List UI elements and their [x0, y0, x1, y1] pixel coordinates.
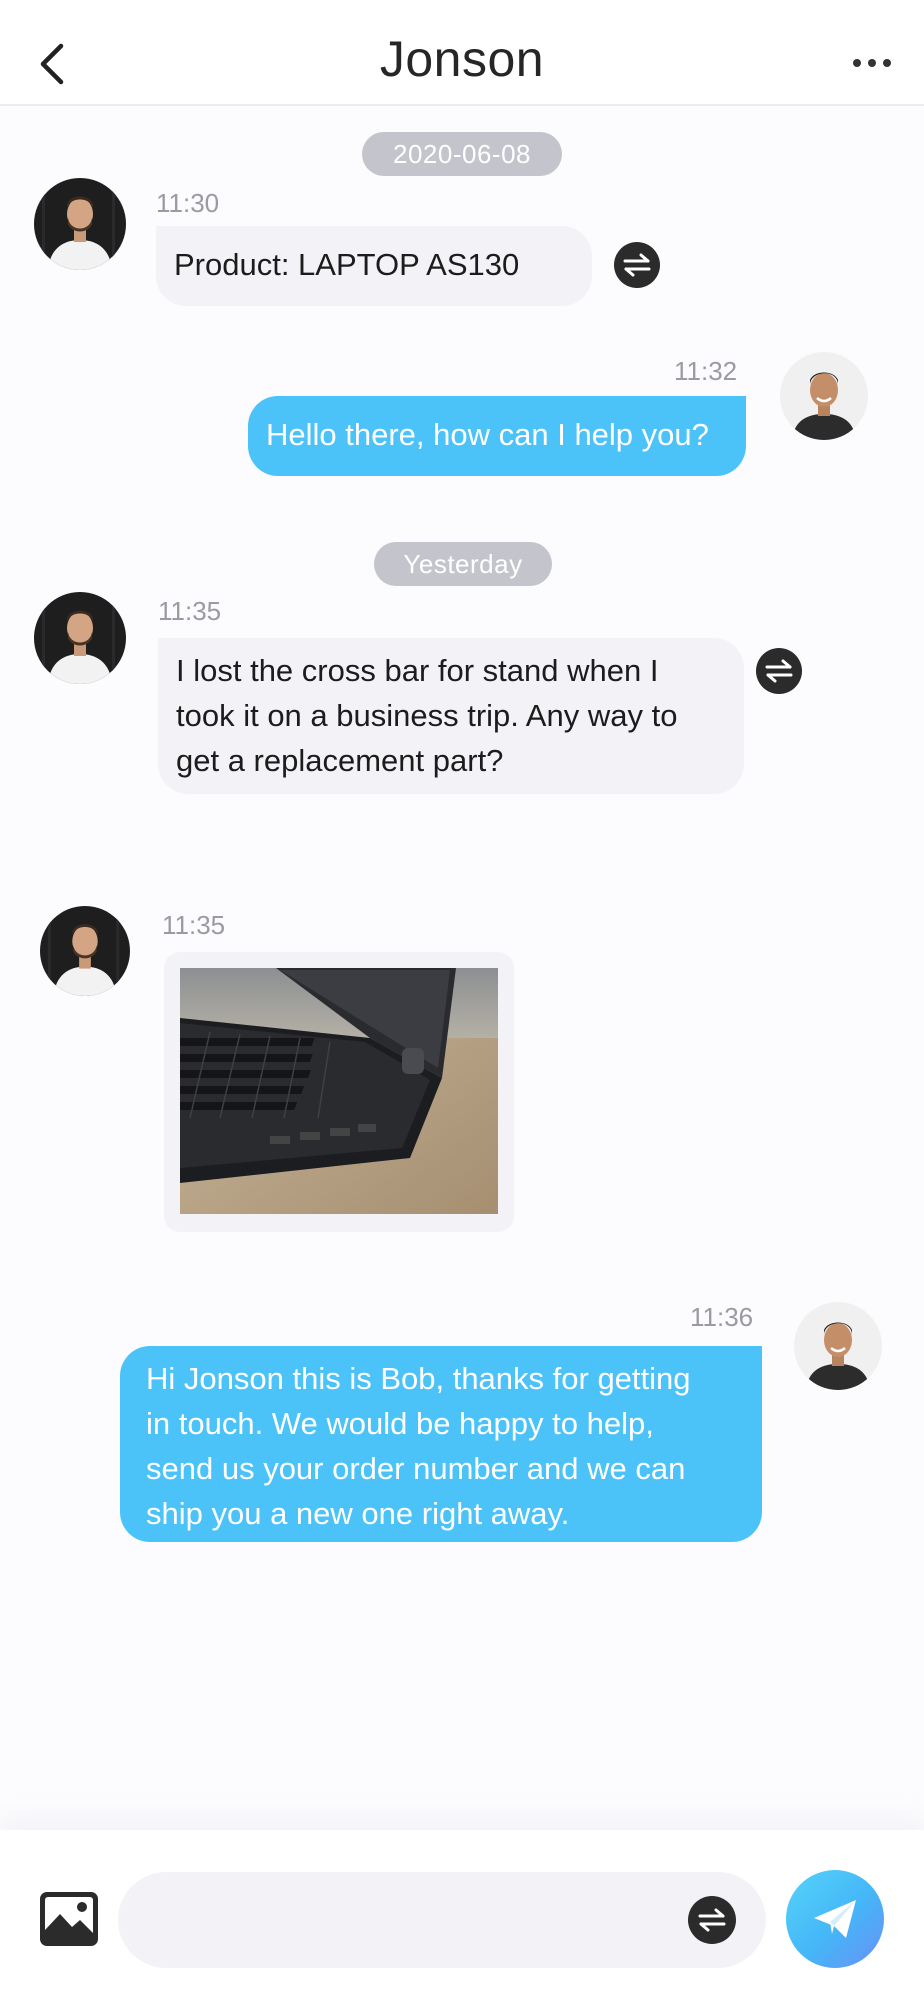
more-horizontal-icon [853, 59, 891, 67]
message-text-line: Hi Jonson this is Bob, thanks for gettin… [146, 1361, 691, 1396]
message-text-line: ship you a new one right away. [146, 1496, 570, 1531]
chat-header: Jonson [0, 0, 924, 106]
avatar-contact[interactable] [34, 592, 126, 684]
avatar-self[interactable] [794, 1302, 882, 1390]
message-text-line: send us your order number and we can [146, 1451, 686, 1486]
message-bubble-outgoing[interactable]: Hello there, how can I help you? [248, 396, 746, 476]
message-text-line: in touch. We would be happy to help, [146, 1406, 654, 1441]
translate-toggle-button[interactable] [688, 1896, 736, 1944]
translate-icon [623, 253, 651, 277]
date-divider: 2020-06-08 [362, 132, 562, 176]
send-icon [814, 1900, 856, 1938]
chat-message-list[interactable]: 2020-06-08 11:30 Product: LAPTOP AS130 1… [0, 106, 924, 1830]
send-button[interactable] [786, 1870, 884, 1968]
message-bubble-outgoing[interactable]: Hi Jonson this is Bob, thanks for gettin… [120, 1346, 762, 1542]
message-text: Product: LAPTOP AS130 [174, 247, 520, 282]
laptop-photo[interactable] [180, 968, 498, 1214]
translate-button[interactable] [614, 242, 660, 288]
message-composer [0, 1830, 924, 2000]
message-time: 11:30 [156, 188, 220, 218]
message-image-card[interactable] [164, 952, 514, 1232]
image-icon [40, 1892, 98, 1946]
message-input-container [118, 1872, 766, 1970]
message-time: 11:32 [674, 356, 738, 386]
date-divider: Yesterday [374, 542, 552, 586]
more-button[interactable] [842, 38, 902, 88]
message-text: Hello there, how can I help you? [266, 417, 709, 452]
message-text-line: get a replacement part? [176, 743, 504, 778]
page-title: Jonson [379, 31, 545, 87]
avatar-contact[interactable] [40, 906, 130, 996]
message-text-line: I lost the cross bar for stand when I [176, 653, 659, 688]
translate-icon [765, 659, 793, 683]
avatar-contact[interactable] [34, 178, 126, 270]
message-input[interactable] [152, 1872, 676, 1970]
translate-icon [698, 1908, 726, 1932]
message-bubble-incoming[interactable]: I lost the cross bar for stand when I to… [158, 638, 744, 794]
gallery-button[interactable] [38, 1890, 100, 1948]
message-text-line: took it on a business trip. Any way to [176, 698, 678, 733]
message-time: 11:35 [162, 910, 226, 940]
message-time: 11:35 [158, 596, 222, 626]
message-time: 11:36 [690, 1302, 754, 1332]
translate-button[interactable] [756, 648, 802, 694]
message-bubble-incoming[interactable]: Product: LAPTOP AS130 [156, 226, 592, 306]
avatar-self[interactable] [780, 352, 868, 440]
